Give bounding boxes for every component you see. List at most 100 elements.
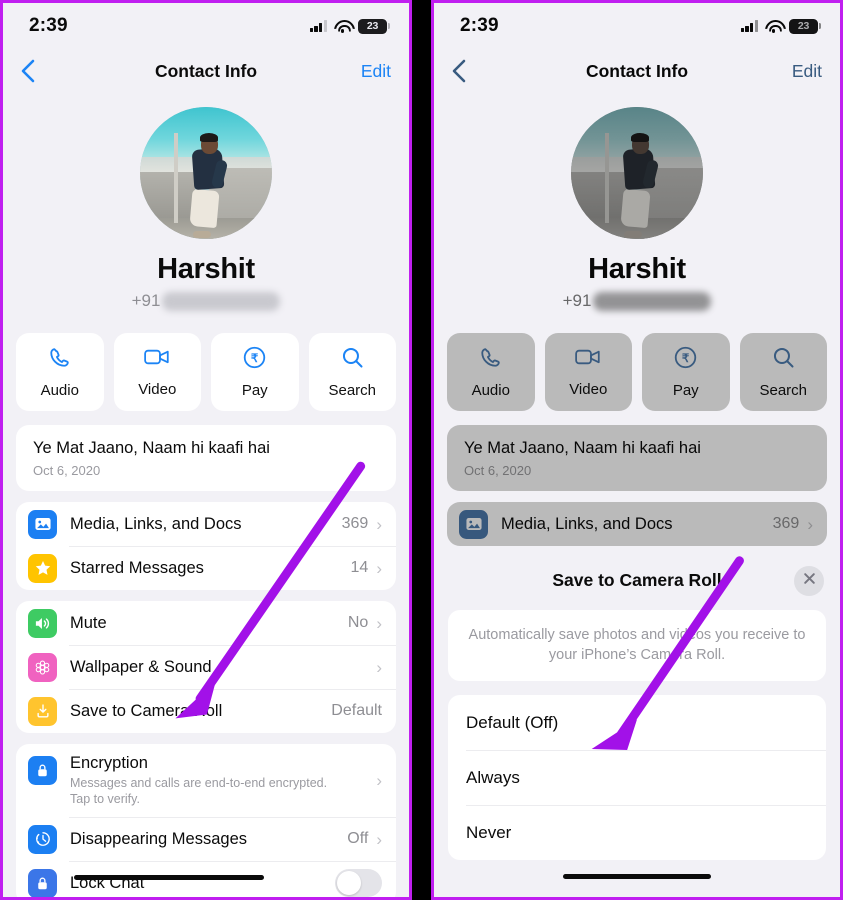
about-status-date: Oct 6, 2020 <box>33 463 101 478</box>
chevron-right-icon: › <box>376 829 382 849</box>
phone-icon <box>479 346 502 374</box>
row-label: Media, Links, and Docs <box>70 514 242 533</box>
row-disappearing-messages[interactable]: Disappearing Messages Off › <box>16 817 396 861</box>
cellular-signal-icon <box>309 20 327 32</box>
row-value: Default <box>331 702 382 719</box>
lock-chat-toggle[interactable] <box>335 869 382 897</box>
battery-icon: 23 <box>789 18 822 34</box>
row-label: Starred Messages <box>70 558 204 577</box>
avatar[interactable] <box>571 107 703 239</box>
action-audio[interactable]: Audio <box>447 333 535 411</box>
sheet-description: Automatically save photos and videos you… <box>448 609 826 681</box>
about-status-date: Oct 6, 2020 <box>464 463 532 478</box>
row-media-links-docs[interactable]: Media, Links, and Docs 369 › <box>16 502 396 546</box>
search-icon <box>772 346 795 374</box>
row-wallpaper-and-sound[interactable]: Wallpaper & Sound › <box>16 645 396 689</box>
action-pay-label: Pay <box>672 381 699 399</box>
action-pay-label: Pay <box>241 381 268 399</box>
row-label: Save to Camera Roll <box>70 701 223 720</box>
rupee-pay-icon: ₹ <box>674 346 697 374</box>
timer-icon <box>28 824 57 854</box>
status-indicators: 23 <box>740 18 822 34</box>
about-status-text: Ye Mat Jaano, Naam hi kaafi hai <box>33 439 270 457</box>
navigation-bar: Contact Info Edit <box>434 49 840 93</box>
contact-phone: +91 <box>434 291 840 311</box>
battery-level-label: 23 <box>366 19 379 32</box>
dimmed-background-content: 2:39 23 Contact Info Edit Harshit +91 Au… <box>434 3 840 546</box>
action-video-label: Video <box>569 381 608 398</box>
privacy-card: Encryption Messages and calls are end-to… <box>16 744 396 897</box>
back-button[interactable] <box>452 56 478 86</box>
row-mute[interactable]: Mute No › <box>16 601 396 645</box>
photo-icon <box>459 509 488 539</box>
row-starred-messages[interactable]: Starred Messages 14 › <box>16 546 396 590</box>
home-indicator <box>563 874 711 879</box>
close-button[interactable] <box>794 565 824 596</box>
status-bar: 2:39 23 <box>3 3 409 49</box>
battery-level-label: 23 <box>797 19 810 32</box>
media-card: Media, Links, and Docs 369 › Starred Mes… <box>16 502 396 590</box>
star-icon <box>28 553 57 583</box>
chevron-left-icon <box>21 59 35 83</box>
sheet-options-list: Default (Off) Always Never <box>448 695 826 860</box>
row-label: Wallpaper & Sound <box>70 657 212 676</box>
sheet-title: Save to Camera Roll <box>552 570 722 591</box>
contact-phone: +91 <box>3 291 409 311</box>
option-never[interactable]: Never <box>448 805 826 860</box>
row-encryption[interactable]: Encryption Messages and calls are end-to… <box>16 744 396 817</box>
chevron-right-icon: › <box>376 771 382 790</box>
media-card: Media, Links, and Docs 369 › <box>447 502 827 546</box>
quick-actions: Audio Video ₹ Pay Search <box>3 311 409 411</box>
action-audio-label: Audio <box>40 381 79 399</box>
row-label: Encryption <box>70 754 148 772</box>
lock-chat-icon <box>28 868 57 897</box>
about-card[interactable]: Ye Mat Jaano, Naam hi kaafi hai Oct 6, 2… <box>16 425 396 491</box>
about-status-text: Ye Mat Jaano, Naam hi kaafi hai <box>464 439 701 457</box>
action-pay[interactable]: ₹ Pay <box>642 333 730 411</box>
action-search[interactable]: Search <box>739 333 827 411</box>
avatar[interactable] <box>140 107 272 239</box>
option-default-off[interactable]: Default (Off) <box>448 695 826 750</box>
action-search-label: Search <box>328 381 377 399</box>
action-audio-label: Audio <box>471 381 510 399</box>
chevron-right-icon: › <box>376 613 382 633</box>
chevron-left-icon <box>452 59 466 83</box>
wifi-icon <box>765 20 782 34</box>
row-subtitle: Messages and calls are end-to-end encryp… <box>70 776 328 806</box>
action-audio[interactable]: Audio <box>16 333 104 411</box>
sheet-header: Save to Camera Roll <box>434 552 840 610</box>
rupee-pay-icon: ₹ <box>243 346 266 374</box>
video-camera-icon <box>575 346 601 373</box>
photo-icon <box>28 509 57 539</box>
phone-panel-right: 2:39 23 Contact Info Edit Harshit +91 Au… <box>431 0 843 900</box>
search-icon <box>341 346 364 374</box>
status-indicators: 23 <box>309 18 391 34</box>
profile-header: Harshit +91 <box>434 93 840 311</box>
close-icon <box>802 571 817 591</box>
phone-prefix: +91 <box>562 291 592 310</box>
row-value: No <box>347 614 369 631</box>
option-always[interactable]: Always <box>448 750 826 805</box>
speaker-icon <box>28 608 57 638</box>
svg-text:₹: ₹ <box>251 352 259 364</box>
action-video[interactable]: Video <box>113 333 201 411</box>
chevron-right-icon: › <box>376 657 382 677</box>
two-panel-screenshot: 2:39 23 Contact Info Edit Harshit +91 Au… <box>0 0 843 900</box>
action-pay[interactable]: ₹ Pay <box>211 333 299 411</box>
back-button[interactable] <box>21 56 47 86</box>
row-lock-chat[interactable]: Lock Chat <box>16 861 396 897</box>
status-bar: 2:39 23 <box>434 3 840 49</box>
page-title: Contact Info <box>154 60 258 81</box>
edit-button[interactable]: Edit <box>792 61 822 82</box>
action-video[interactable]: Video <box>544 333 632 411</box>
about-card[interactable]: Ye Mat Jaano, Naam hi kaafi hai Oct 6, 2… <box>447 425 827 491</box>
row-media-links-docs[interactable]: Media, Links, and Docs 369 › <box>447 502 827 546</box>
edit-button[interactable]: Edit <box>361 61 391 82</box>
navigation-bar: Contact Info Edit <box>3 49 409 93</box>
save-download-icon <box>28 696 57 726</box>
wifi-icon <box>334 20 351 34</box>
row-value: 369 <box>341 515 369 532</box>
row-save-to-camera-roll[interactable]: Save to Camera Roll Default <box>16 689 396 733</box>
action-search[interactable]: Search <box>308 333 396 411</box>
contact-name: Harshit <box>588 253 686 285</box>
